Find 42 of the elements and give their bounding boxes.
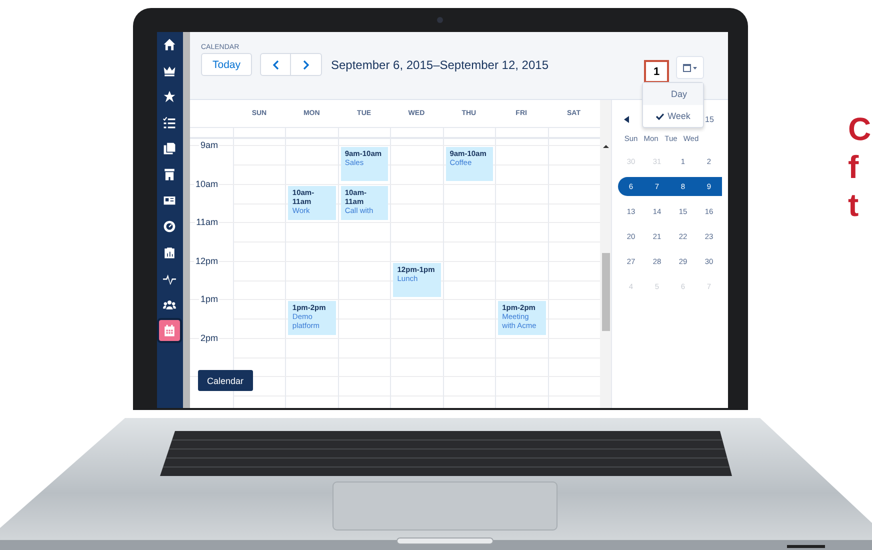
year-text: 15 [705, 114, 714, 124]
heading-text: t [848, 188, 860, 222]
scrollbar[interactable] [600, 100, 611, 408]
hour-label: 12pm [194, 256, 219, 266]
documents-icon [163, 142, 176, 155]
previous-button[interactable] [260, 53, 291, 76]
menu-item[interactable]: Day [643, 83, 703, 105]
chevron-left-icon [272, 60, 280, 70]
hour-label: 10am [194, 178, 219, 188]
gauge-icon [163, 220, 176, 233]
date-range: September 6, 2015–September 12, 2015 [331, 58, 548, 72]
tooltip: Calendar [198, 370, 253, 391]
home-icon [163, 38, 176, 51]
hour-label: 11am [195, 217, 219, 227]
previous-month-icon[interactable] [624, 116, 630, 122]
nav-button[interactable] [159, 320, 180, 341]
pulse-icon [163, 272, 176, 285]
calendar-icon [163, 324, 176, 337]
view-menu-button[interactable] [676, 56, 704, 79]
check-icon [656, 112, 664, 120]
heading-text: f [848, 150, 860, 184]
crown-icon [163, 64, 176, 77]
menu-item[interactable]: Week [643, 105, 703, 127]
camera-icon [437, 17, 443, 23]
heading-text: C [848, 112, 872, 146]
calendar-caret-icon [683, 63, 697, 72]
chevron-right-icon [302, 60, 310, 70]
checklist-icon [163, 116, 176, 129]
id-card-icon [163, 194, 176, 207]
scroll-up-icon[interactable] [602, 144, 608, 149]
clipboard-icon [163, 246, 176, 259]
hour-label: 1pm [199, 294, 219, 304]
building-icon [163, 168, 176, 181]
callout-badge: 1 [644, 60, 669, 83]
people-icon [163, 298, 176, 311]
time-slot[interactable] [233, 338, 286, 376]
hour-label: 9am [199, 140, 219, 150]
next-button[interactable] [291, 53, 322, 76]
scrollbar-thumb[interactable] [602, 253, 610, 331]
hour-label: 2pm [199, 332, 219, 342]
today-button[interactable]: Today [201, 53, 252, 76]
star-icon [163, 90, 176, 103]
